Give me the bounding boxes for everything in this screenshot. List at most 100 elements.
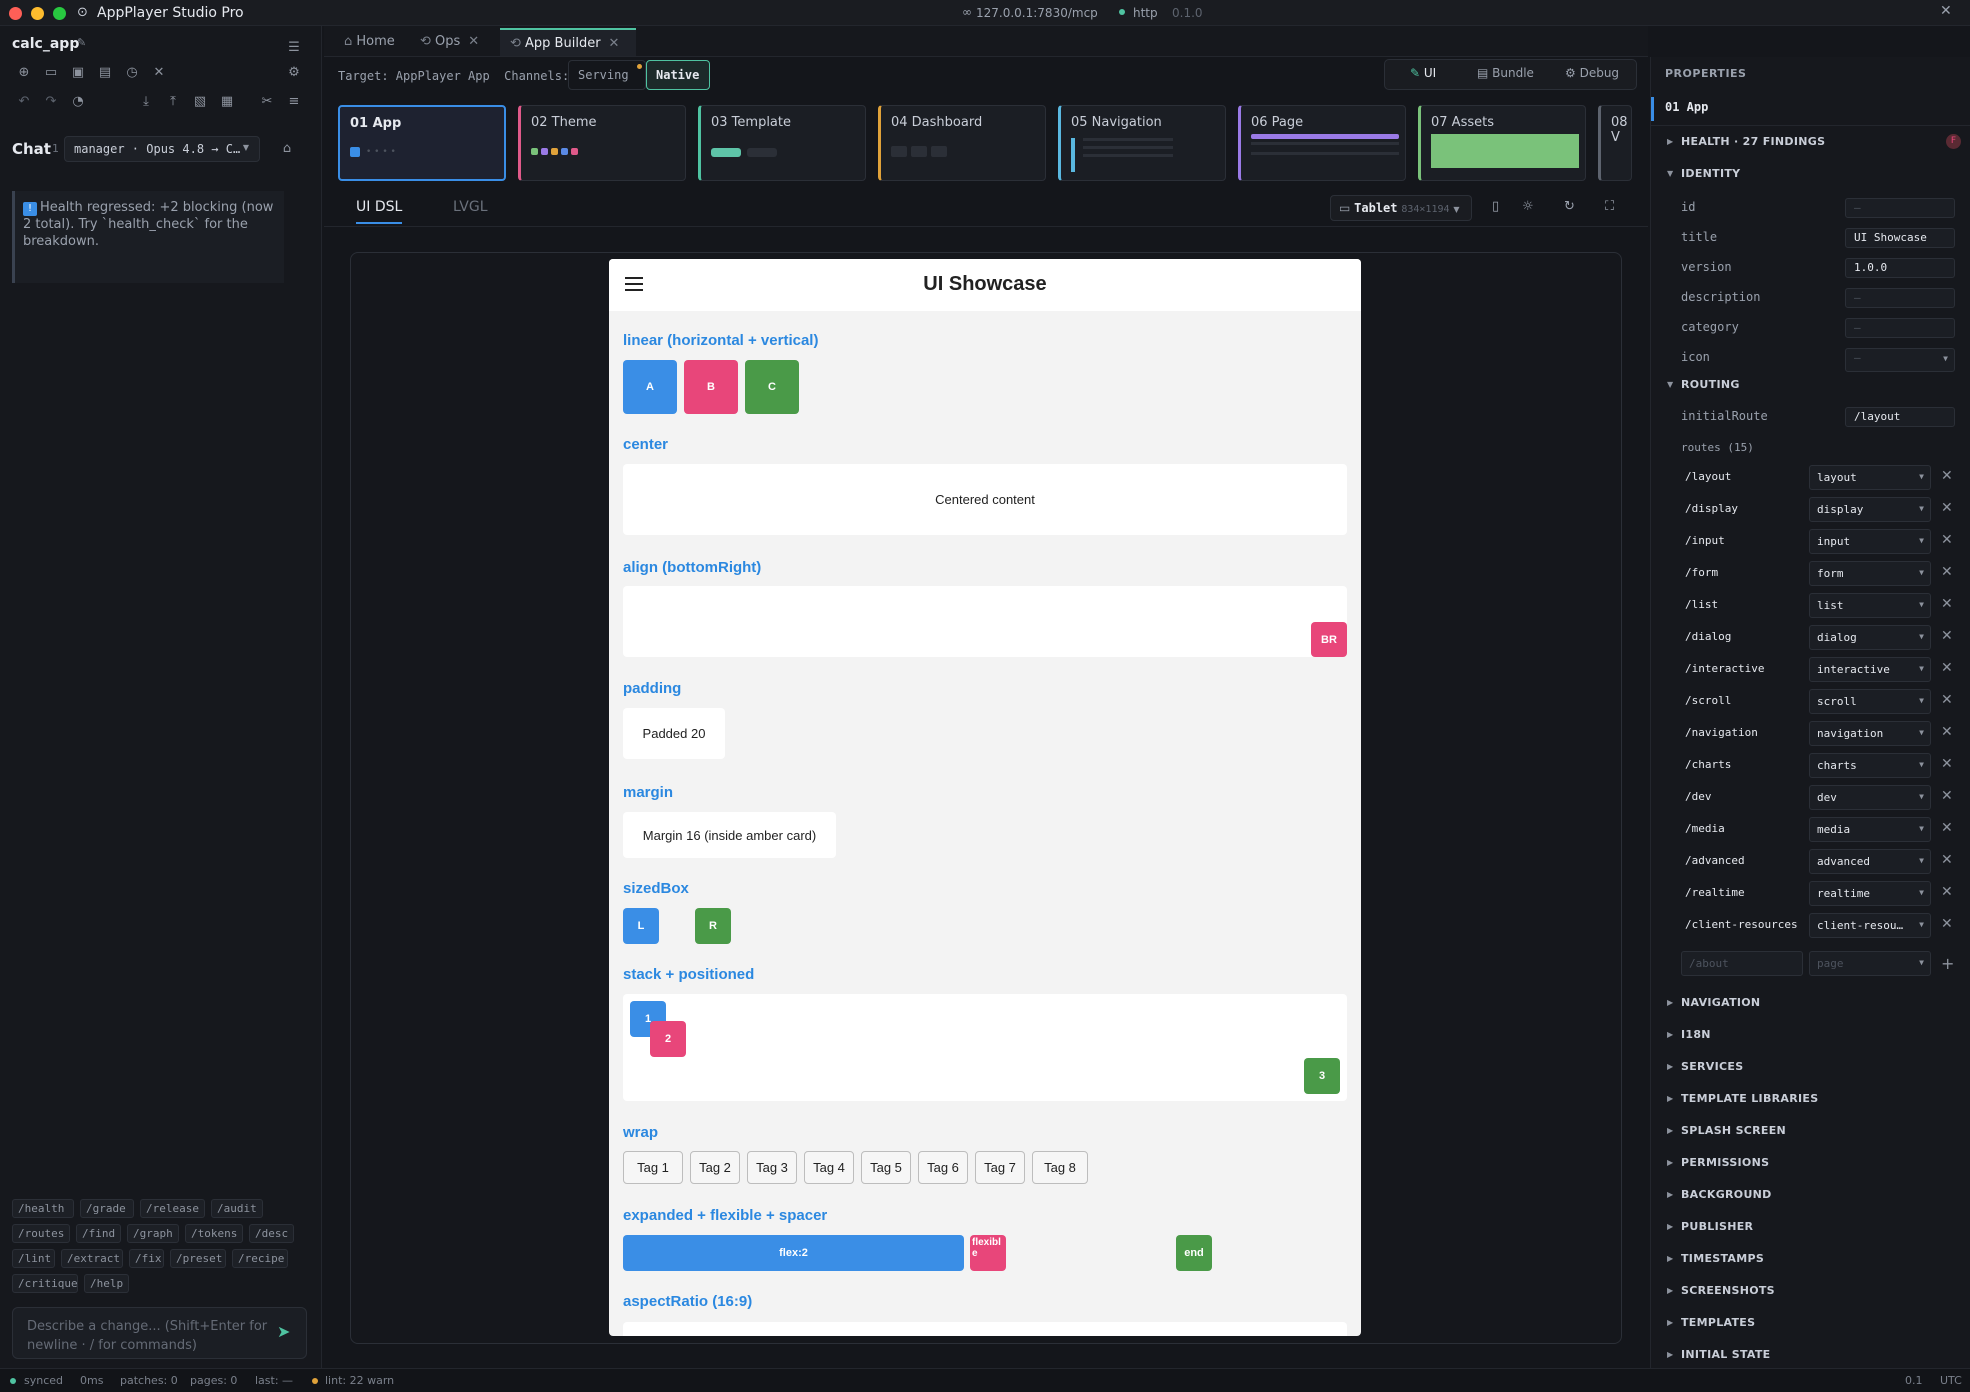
command-chip[interactable]: /audit <box>211 1199 263 1218</box>
new-icon[interactable]: ⊕ <box>15 63 33 81</box>
close-window-button[interactable] <box>9 7 22 20</box>
collapsed-section[interactable]: SCREENSHOTS <box>1681 1284 1775 1297</box>
mode-bundle-button[interactable]: ▤ Bundle <box>1477 66 1534 80</box>
lint-status[interactable]: lint: 22 warn <box>325 1374 394 1387</box>
route-page-select[interactable]: charts ▼ <box>1809 753 1931 778</box>
command-chip[interactable]: /critique <box>12 1274 78 1293</box>
command-chip[interactable]: /tokens <box>185 1224 243 1243</box>
route-page-select[interactable]: dialog ▼ <box>1809 625 1931 650</box>
command-chip[interactable]: /fix <box>129 1249 164 1268</box>
fit-screen-icon[interactable]: ⛶ <box>1605 199 1614 214</box>
tools-icon[interactable]: ✂ <box>258 92 276 110</box>
route-path[interactable]: /charts <box>1685 758 1731 771</box>
routing-section[interactable]: ROUTING <box>1681 378 1740 391</box>
route-path[interactable]: /client-resources <box>1685 918 1798 931</box>
route-path[interactable]: /layout <box>1685 470 1731 483</box>
route-path[interactable]: /media <box>1685 822 1725 835</box>
upload-icon[interactable]: ⤒ <box>164 92 182 110</box>
mode-debug-button[interactable]: ⚙ Debug <box>1565 66 1619 80</box>
minimize-window-button[interactable] <box>31 7 44 20</box>
initial-route-field[interactable]: /layout <box>1845 407 1955 427</box>
route-path[interactable]: /realtime <box>1685 886 1745 899</box>
grid-icon[interactable]: ▦ <box>218 92 236 110</box>
route-page-select[interactable]: media ▼ <box>1809 817 1931 842</box>
route-page-select[interactable]: input ▼ <box>1809 529 1931 554</box>
history-icon[interactable]: ◷ <box>123 63 141 81</box>
tab-lvgl[interactable]: LVGL <box>453 199 488 215</box>
command-chip[interactable]: /release <box>140 1199 205 1218</box>
remove-route-icon[interactable]: ✕ <box>1941 628 1953 644</box>
route-path[interactable]: /advanced <box>1685 854 1745 867</box>
identity-section[interactable]: IDENTITY <box>1681 167 1740 180</box>
download-icon[interactable]: ⤓ <box>137 92 155 110</box>
field-description[interactable]: — <box>1845 288 1955 308</box>
field-icon[interactable]: — ▼ <box>1845 348 1955 372</box>
close-tab-icon[interactable]: ✕ <box>609 36 620 51</box>
command-chip[interactable]: /grade <box>80 1199 134 1218</box>
route-path[interactable]: /scroll <box>1685 694 1731 707</box>
section-card[interactable]: 07 Assets <box>1418 105 1586 181</box>
command-chip[interactable]: /preset <box>170 1249 226 1268</box>
add-route-icon[interactable]: + <box>1941 954 1954 973</box>
clear-chat-icon[interactable]: ⌂ <box>278 139 296 157</box>
field-id[interactable]: — <box>1845 198 1955 218</box>
route-page-select[interactable]: dev ▼ <box>1809 785 1931 810</box>
phone-icon[interactable]: ▯ <box>1492 199 1499 214</box>
tab-app-builder[interactable]: ⟲ App Builder ✕ <box>500 28 636 56</box>
collapsed-section[interactable]: NAVIGATION <box>1681 996 1760 1009</box>
route-page-select[interactable]: realtime ▼ <box>1809 881 1931 906</box>
collapsed-section[interactable]: PUBLISHER <box>1681 1220 1753 1233</box>
route-page-select[interactable]: list ▼ <box>1809 593 1931 618</box>
new-page-select[interactable]: page ▼ <box>1809 951 1931 976</box>
command-chip[interactable]: /recipe <box>232 1249 288 1268</box>
collapsed-section[interactable]: TEMPLATES <box>1681 1316 1755 1329</box>
route-path[interactable]: /form <box>1685 566 1718 579</box>
route-path[interactable]: /interactive <box>1685 662 1764 675</box>
command-chip[interactable]: /help <box>84 1274 129 1293</box>
remove-route-icon[interactable]: ✕ <box>1941 788 1953 804</box>
route-page-select[interactable]: form ▼ <box>1809 561 1931 586</box>
undo-icon[interactable]: ↶ <box>15 92 33 110</box>
route-page-select[interactable]: scroll ▼ <box>1809 689 1931 714</box>
health-section[interactable]: HEALTH · 27 FINDINGS <box>1681 135 1825 148</box>
section-card[interactable]: 01 App • • • • <box>338 105 506 181</box>
route-page-select[interactable]: layout ▼ <box>1809 465 1931 490</box>
collapsed-section[interactable]: SPLASH SCREEN <box>1681 1124 1786 1137</box>
remove-route-icon[interactable]: ✕ <box>1941 564 1953 580</box>
device-preview[interactable]: UI Showcase linear (horizontal + vertica… <box>609 259 1361 1336</box>
field-category[interactable]: — <box>1845 318 1955 338</box>
sidebar-toggle-icon[interactable]: ☰ <box>285 38 303 56</box>
route-path[interactable]: /dialog <box>1685 630 1731 643</box>
tab-home[interactable]: ⌂ Home <box>334 28 405 56</box>
mode-ui-button[interactable]: ✎ UI <box>1410 66 1436 80</box>
remove-route-icon[interactable]: ✕ <box>1941 596 1953 612</box>
section-card[interactable]: 06 Page <box>1238 105 1406 181</box>
route-page-select[interactable]: client-resou… ▼ <box>1809 913 1931 938</box>
tab-ui-dsl[interactable]: UI DSL <box>356 199 403 224</box>
close-tab-icon[interactable]: ✕ <box>468 34 479 49</box>
open-folder-icon[interactable]: ▭ <box>42 63 60 81</box>
tab-ops[interactable]: ⟲ Ops ✕ <box>410 28 489 56</box>
maximize-window-button[interactable] <box>53 7 66 20</box>
native-channel-button[interactable]: Native <box>646 60 710 90</box>
save-icon[interactable]: ▣ <box>69 63 87 81</box>
route-path[interactable]: /navigation <box>1685 726 1758 739</box>
command-chip[interactable]: /find <box>76 1224 121 1243</box>
route-path[interactable]: /display <box>1685 502 1738 515</box>
send-icon[interactable]: ➤ <box>277 1322 290 1341</box>
revisions-icon[interactable]: ◔ <box>69 92 87 110</box>
remove-route-icon[interactable]: ✕ <box>1941 916 1953 932</box>
command-chip[interactable]: /extract <box>61 1249 123 1268</box>
remove-route-icon[interactable]: ✕ <box>1941 852 1953 868</box>
route-path[interactable]: /list <box>1685 598 1718 611</box>
collapse-icon[interactable]: ✕ <box>1940 3 1952 19</box>
collapsed-section[interactable]: SERVICES <box>1681 1060 1743 1073</box>
remove-route-icon[interactable]: ✕ <box>1941 532 1953 548</box>
route-path[interactable]: /input <box>1685 534 1725 547</box>
command-chip[interactable]: /desc <box>249 1224 294 1243</box>
remove-route-icon[interactable]: ✕ <box>1941 500 1953 516</box>
save-as-icon[interactable]: ▤ <box>96 63 114 81</box>
serving-channel-button[interactable]: Serving <box>568 60 646 90</box>
device-select[interactable]: ▭ Tablet 834×1194 ▼ <box>1330 195 1472 221</box>
collapsed-section[interactable]: INITIAL STATE <box>1681 1348 1771 1361</box>
